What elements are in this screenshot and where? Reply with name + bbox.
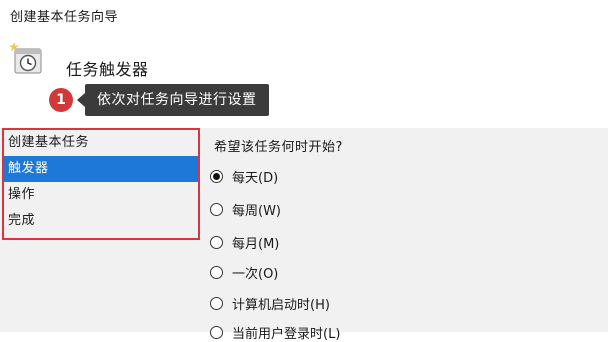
callout-tooltip: 依次对任务向导进行设置 bbox=[77, 84, 269, 116]
radio-label: 当前用户登录时(L) bbox=[232, 326, 341, 342]
radio-button[interactable] bbox=[210, 235, 223, 249]
sidebar-item-create-basic-task[interactable]: 创建基本任务 bbox=[4, 130, 198, 156]
radio-option-at-startup[interactable]: 计算机启动时(H) bbox=[210, 293, 330, 313]
radio-option-monthly[interactable]: 每月(M) bbox=[210, 232, 279, 252]
radio-label: 一次(O) bbox=[232, 266, 279, 282]
radio-option-at-logon[interactable]: 当前用户登录时(L) bbox=[210, 322, 340, 342]
sidebar-item-trigger[interactable]: 触发器 bbox=[4, 156, 198, 182]
wizard-steps-sidebar: 创建基本任务 触发器 操作 完成 bbox=[2, 128, 200, 240]
radio-button[interactable] bbox=[210, 202, 223, 216]
radio-label: 每周(W) bbox=[232, 203, 281, 219]
radio-option-weekly[interactable]: 每周(W) bbox=[210, 199, 281, 219]
callout-number-badge: 1 bbox=[49, 88, 73, 112]
radio-label: 计算机启动时(H) bbox=[232, 297, 330, 313]
radio-button[interactable] bbox=[210, 265, 223, 279]
page-heading: 任务触发器 bbox=[66, 60, 149, 79]
radio-label: 每天(D) bbox=[232, 170, 279, 186]
sidebar-item-finish[interactable]: 完成 bbox=[4, 208, 198, 234]
radio-button[interactable] bbox=[210, 296, 223, 310]
sidebar-item-action[interactable]: 操作 bbox=[4, 182, 198, 208]
radio-button[interactable] bbox=[210, 169, 223, 183]
clock-task-icon bbox=[8, 40, 44, 76]
radio-option-daily[interactable]: 每天(D) bbox=[210, 166, 278, 186]
radio-button[interactable] bbox=[210, 325, 223, 339]
radio-label: 每月(M) bbox=[232, 236, 280, 252]
window-title: 创建基本任务向导 bbox=[10, 10, 119, 25]
trigger-prompt: 希望该任务何时开始? bbox=[214, 140, 343, 155]
radio-option-once[interactable]: 一次(O) bbox=[210, 262, 278, 282]
